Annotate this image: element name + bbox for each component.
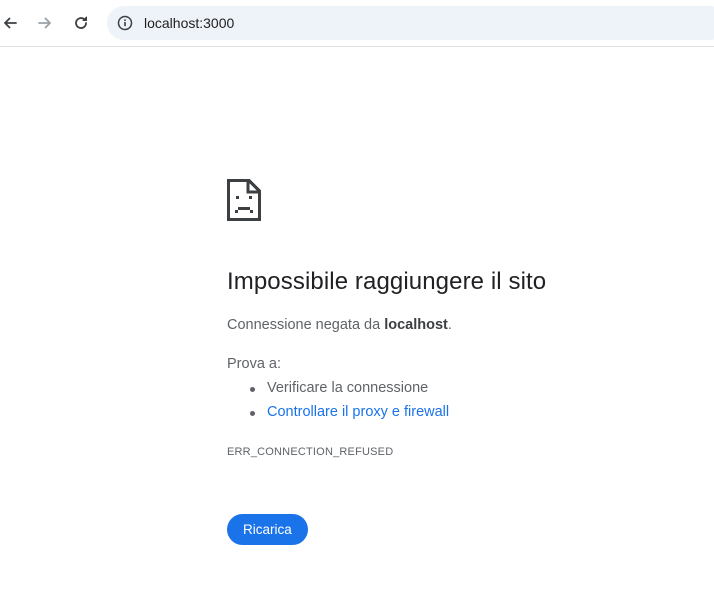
- suggestion-list: Verificare la connessione Controllare il…: [227, 380, 449, 428]
- arrow-right-icon: [38, 17, 51, 29]
- error-title: Impossibile raggiungere il sito: [227, 268, 547, 295]
- proxy-firewall-link[interactable]: Controllare il proxy e firewall: [267, 404, 449, 420]
- sad-page-icon: [227, 179, 261, 221]
- arrow-left-icon: [4, 17, 17, 29]
- reload-icon: [75, 16, 87, 29]
- refused-prefix: Connessione negata da: [227, 317, 385, 333]
- connection-refused-message: Connessione negata da localhost.: [227, 317, 452, 333]
- back-button[interactable]: [0, 9, 24, 37]
- address-bar-url[interactable]: localhost:3000: [144, 15, 234, 31]
- address-bar[interactable]: localhost:3000: [107, 6, 714, 40]
- forward-button[interactable]: [31, 9, 59, 37]
- refused-suffix: .: [447, 317, 452, 333]
- refused-host: localhost: [384, 317, 448, 333]
- suggestion-text: Verificare la connessione: [267, 380, 429, 396]
- reload-page-button[interactable]: Ricarica: [227, 514, 308, 545]
- error-code: ERR_CONNECTION_REFUSED: [227, 446, 394, 458]
- info-icon[interactable]: [116, 14, 134, 32]
- suggestion-check-connection: Verificare la connessione: [249, 380, 449, 404]
- reload-button[interactable]: [67, 9, 95, 37]
- browser-toolbar: localhost:3000: [0, 0, 714, 47]
- suggestion-check-proxy-firewall: Controllare il proxy e firewall: [249, 404, 449, 428]
- try-label: Prova a:: [227, 356, 281, 372]
